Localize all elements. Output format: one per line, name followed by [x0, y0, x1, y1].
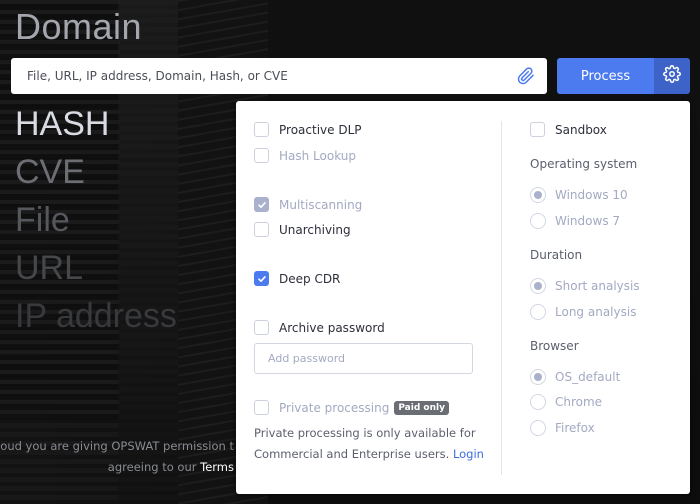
browser-section-label: Browser [530, 339, 579, 353]
option-label: Deep CDR [279, 271, 341, 286]
radio-short-analysis: Short analysis [530, 278, 640, 294]
option-label: Short analysis [555, 279, 640, 293]
option-label: Hash Lookup [279, 148, 357, 163]
process-button[interactable]: Process [557, 58, 654, 94]
search-input[interactable] [11, 58, 501, 94]
option-label: Proactive DLP [279, 122, 362, 137]
checkbox[interactable] [254, 122, 269, 137]
option-multiscanning: Multiscanning [254, 197, 362, 212]
checkbox [254, 197, 269, 212]
radio-button [530, 304, 546, 320]
note-text: Private processing is only available for… [254, 426, 476, 461]
checkbox[interactable] [254, 320, 269, 335]
footer-line-2: agreeing to our Terms [0, 457, 234, 478]
option-label: Private processing [279, 400, 390, 415]
private-processing-note: Private processing is only available for… [254, 423, 494, 465]
column-divider [501, 121, 502, 475]
checkmark-icon [257, 201, 266, 208]
type-word: HASH [15, 105, 110, 143]
checkbox[interactable] [530, 122, 545, 137]
archive-password-input[interactable] [254, 343, 473, 374]
checkbox [254, 148, 269, 163]
settings-panel: Proactive DLP Hash Lookup Multiscanning … [236, 101, 690, 494]
radio-windows-10: Windows 10 [530, 187, 628, 203]
option-label: Archive password [279, 320, 385, 335]
radio-windows-7: Windows 7 [530, 213, 620, 229]
type-word: IP address [15, 297, 177, 335]
radio-long-analysis: Long analysis [530, 304, 636, 320]
type-word: CVE [15, 153, 85, 191]
radio-chrome: Chrome [530, 394, 602, 410]
rotating-type-list: HASH CVE File URL IP address [15, 100, 177, 340]
radio-button [530, 369, 546, 385]
radio-button [530, 420, 546, 436]
option-private-processing: Private processing Paid only [254, 400, 449, 415]
radio-button [530, 213, 546, 229]
checkbox[interactable] [254, 222, 269, 237]
option-proactive-dlp[interactable]: Proactive DLP [254, 122, 362, 137]
option-label: OS_default [555, 370, 621, 384]
checkbox[interactable] [254, 271, 269, 286]
option-sandbox[interactable]: Sandbox [530, 122, 607, 137]
radio-button [530, 278, 546, 294]
type-word: File [15, 201, 70, 239]
option-label: Windows 7 [555, 214, 621, 228]
option-label: Unarchiving [279, 222, 351, 237]
option-archive-password[interactable]: Archive password [254, 320, 385, 335]
option-hash-lookup: Hash Lookup [254, 148, 356, 163]
footer-disclaimer: der Cloud you are giving OPSWAT permissi… [0, 436, 234, 478]
radio-firefox: Firefox [530, 420, 595, 436]
paperclip-icon[interactable] [517, 67, 535, 85]
gear-icon [663, 65, 681, 87]
checkmark-icon [257, 275, 266, 282]
checkbox [254, 400, 269, 415]
option-label: Windows 10 [555, 188, 628, 202]
radio-button [530, 394, 546, 410]
type-word: URL [15, 249, 84, 287]
os-section-label: Operating system [530, 157, 638, 171]
option-label: Chrome [555, 395, 603, 409]
search-bar [11, 58, 547, 94]
page-headline: Domain [15, 6, 143, 47]
duration-section-label: Duration [530, 248, 583, 262]
option-label: Long analysis [555, 305, 637, 319]
option-label: Firefox [555, 421, 595, 435]
option-unarchiving[interactable]: Unarchiving [254, 222, 351, 237]
settings-button[interactable] [654, 58, 690, 94]
footer-line-1: der Cloud you are giving OPSWAT permissi… [0, 439, 234, 453]
terms-link[interactable]: Terms [200, 460, 234, 474]
login-link[interactable]: Login [453, 447, 484, 461]
radio-os-default: OS_default [530, 369, 620, 385]
option-label: Sandbox [555, 122, 607, 137]
footer-line-2-text: agreeing to our [107, 460, 201, 474]
radio-button [530, 187, 546, 203]
option-label: Multiscanning [279, 197, 363, 212]
option-deep-cdr[interactable]: Deep CDR [254, 271, 340, 286]
paid-only-badge: Paid only [394, 400, 449, 415]
